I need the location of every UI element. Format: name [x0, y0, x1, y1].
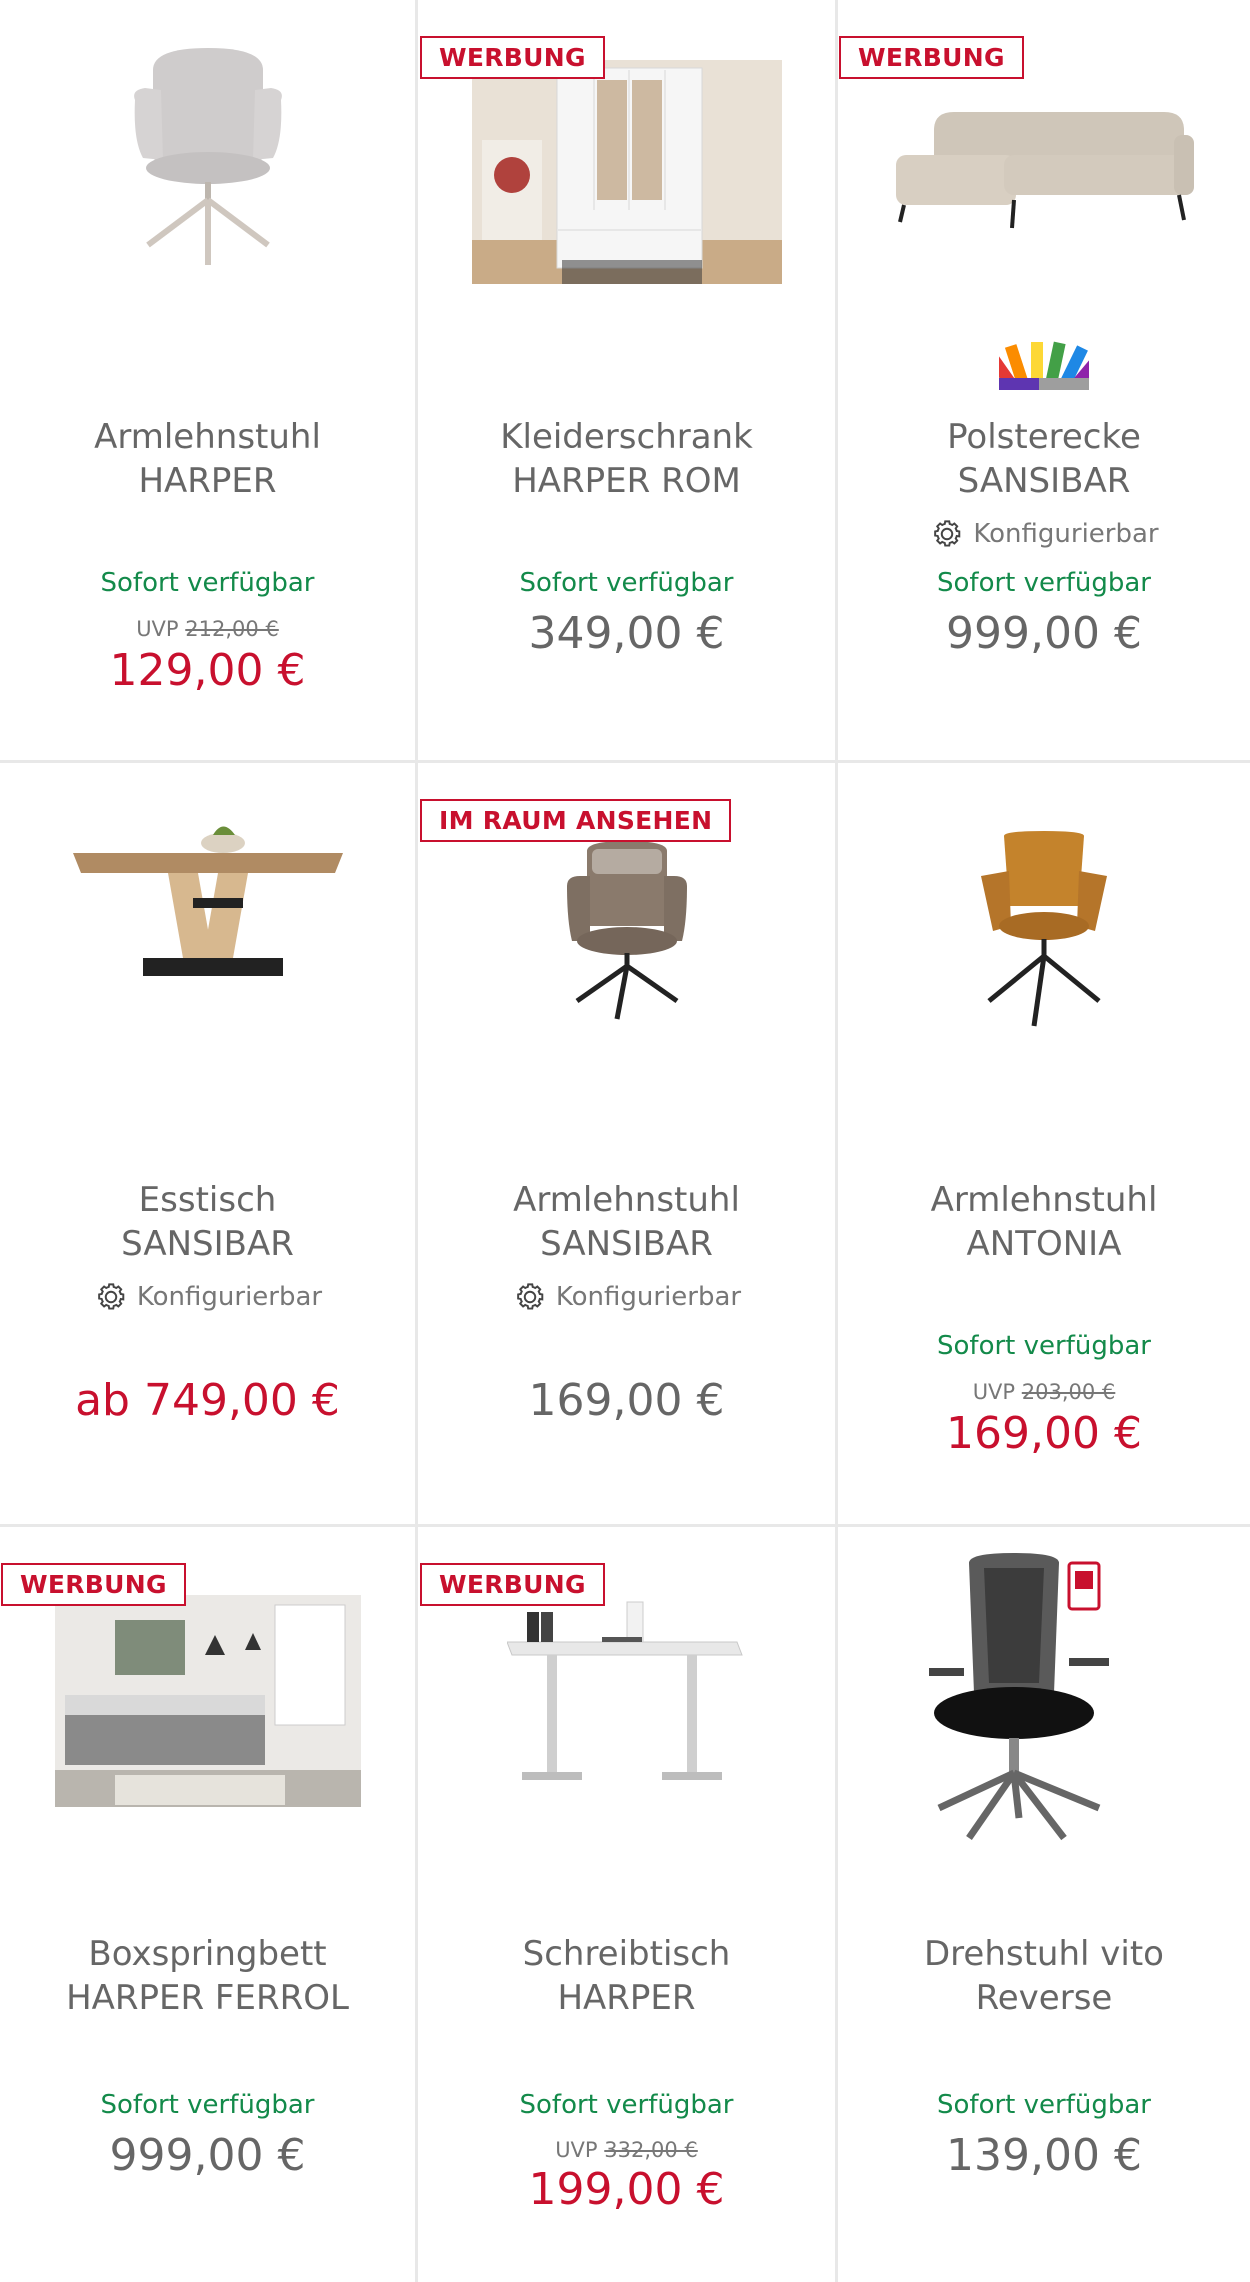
product-card[interactable]: WERBUNG Boxspringbett HARPER FERROL Sofo…: [0, 1527, 418, 2282]
sale-price: 129,00 €: [109, 645, 306, 696]
product-card[interactable]: IM RAUM ANSEHEN Armlehnstuhl SANSIBAR Ko…: [418, 763, 838, 1527]
availability-status: Sofort verfügbar: [519, 568, 734, 598]
availability-status: Sofort verfügbar: [937, 1331, 1151, 1361]
product-title[interactable]: Armlehnstuhl HARPER: [10, 415, 405, 503]
product-grid: Armlehnstuhl HARPER Sofort verfügbar UVP…: [0, 0, 1250, 2282]
chair-grey-armchair-icon: [133, 48, 282, 265]
configurable-label: Konfigurierbar: [418, 1279, 835, 1315]
price: 999,00 €: [109, 2130, 306, 2181]
configurable-label: Konfigurierbar: [0, 1279, 415, 1315]
product-image[interactable]: [0, 1595, 415, 1895]
desk-icon: [506, 1601, 743, 1780]
sale-price: 199,00 €: [528, 2164, 725, 2215]
product-title[interactable]: Armlehnstuhl SANSIBAR: [428, 1178, 825, 1266]
sofa-icon: [896, 112, 1194, 229]
product-image[interactable]: [418, 1597, 835, 1897]
price: 349,00 €: [528, 608, 725, 659]
product-image[interactable]: [418, 841, 835, 1141]
product-title[interactable]: Armlehnstuhl ANTONIA: [848, 1178, 1240, 1266]
price-from: ab 749,00 €: [75, 1375, 340, 1426]
product-card[interactable]: Armlehnstuhl ANTONIA Sofort verfügbar UV…: [838, 763, 1250, 1527]
product-card[interactable]: WERBUNG Polsterecke SANSIBAR Konfigurier…: [838, 0, 1250, 763]
product-title[interactable]: Polsterecke SANSIBAR: [848, 415, 1240, 503]
price: 169,00 €: [528, 1375, 725, 1426]
price: 999,00 €: [946, 608, 1142, 659]
uvp-price: UVP 212,00 €: [136, 617, 279, 641]
product-image[interactable]: [838, 831, 1250, 1131]
product-card[interactable]: WERBUNG Schreibtisch HARPER Sofort verfü…: [418, 1527, 838, 2282]
advertising-badge: WERBUNG: [420, 1563, 605, 1606]
bed-room-icon: [54, 1595, 361, 1807]
product-card[interactable]: WERBUNG Kleiderschrank HARPER ROM Sofort…: [418, 0, 838, 763]
product-image[interactable]: [838, 1553, 1250, 1853]
chair-brown-armchair-icon: [566, 841, 687, 1020]
office-chair-icon: [929, 1553, 1109, 1841]
product-image[interactable]: [0, 40, 415, 340]
product-card[interactable]: Esstisch SANSIBAR Konfigurierbar ab 749,…: [0, 763, 418, 1527]
dining-table-icon: [72, 826, 343, 976]
gear-icon: [98, 1283, 125, 1310]
product-image[interactable]: [0, 813, 415, 1113]
availability-status: Sofort verfügbar: [937, 568, 1151, 598]
wardrobe-icon: [471, 60, 782, 284]
availability-status: Sofort verfügbar: [937, 2090, 1151, 2120]
color-fan-icon: [838, 340, 1250, 390]
price: 139,00 €: [946, 2130, 1142, 2181]
product-title[interactable]: Esstisch SANSIBAR: [10, 1178, 405, 1266]
product-title[interactable]: Kleiderschrank HARPER ROM: [428, 415, 825, 503]
product-title[interactable]: Drehstuhl vito Reverse: [848, 1932, 1240, 2020]
sale-price: 169,00 €: [946, 1408, 1142, 1459]
availability-status: Sofort verfügbar: [100, 2090, 315, 2120]
uvp-price: UVP 332,00 €: [555, 2138, 698, 2162]
product-card[interactable]: Armlehnstuhl HARPER Sofort verfügbar UVP…: [0, 0, 418, 763]
product-image[interactable]: [418, 60, 835, 360]
gear-icon: [517, 1283, 544, 1310]
product-title[interactable]: Boxspringbett HARPER FERROL: [10, 1932, 405, 2020]
availability-status: Sofort verfügbar: [519, 2090, 734, 2120]
advertising-badge: WERBUNG: [1, 1563, 186, 1606]
availability-status: Sofort verfügbar: [100, 568, 315, 598]
product-card[interactable]: Drehstuhl vito Reverse Sofort verfügbar …: [838, 1527, 1250, 2282]
view-in-room-badge[interactable]: IM RAUM ANSEHEN: [420, 799, 732, 842]
uvp-price: UVP 203,00 €: [972, 1380, 1116, 1404]
gear-icon: [934, 520, 961, 547]
product-title[interactable]: Schreibtisch HARPER: [428, 1932, 825, 2020]
advertising-badge: WERBUNG: [839, 36, 1024, 79]
advertising-badge: WERBUNG: [420, 36, 605, 79]
chair-orange-armchair-icon: [981, 831, 1107, 1027]
configurable-label: Konfigurierbar: [838, 516, 1250, 552]
